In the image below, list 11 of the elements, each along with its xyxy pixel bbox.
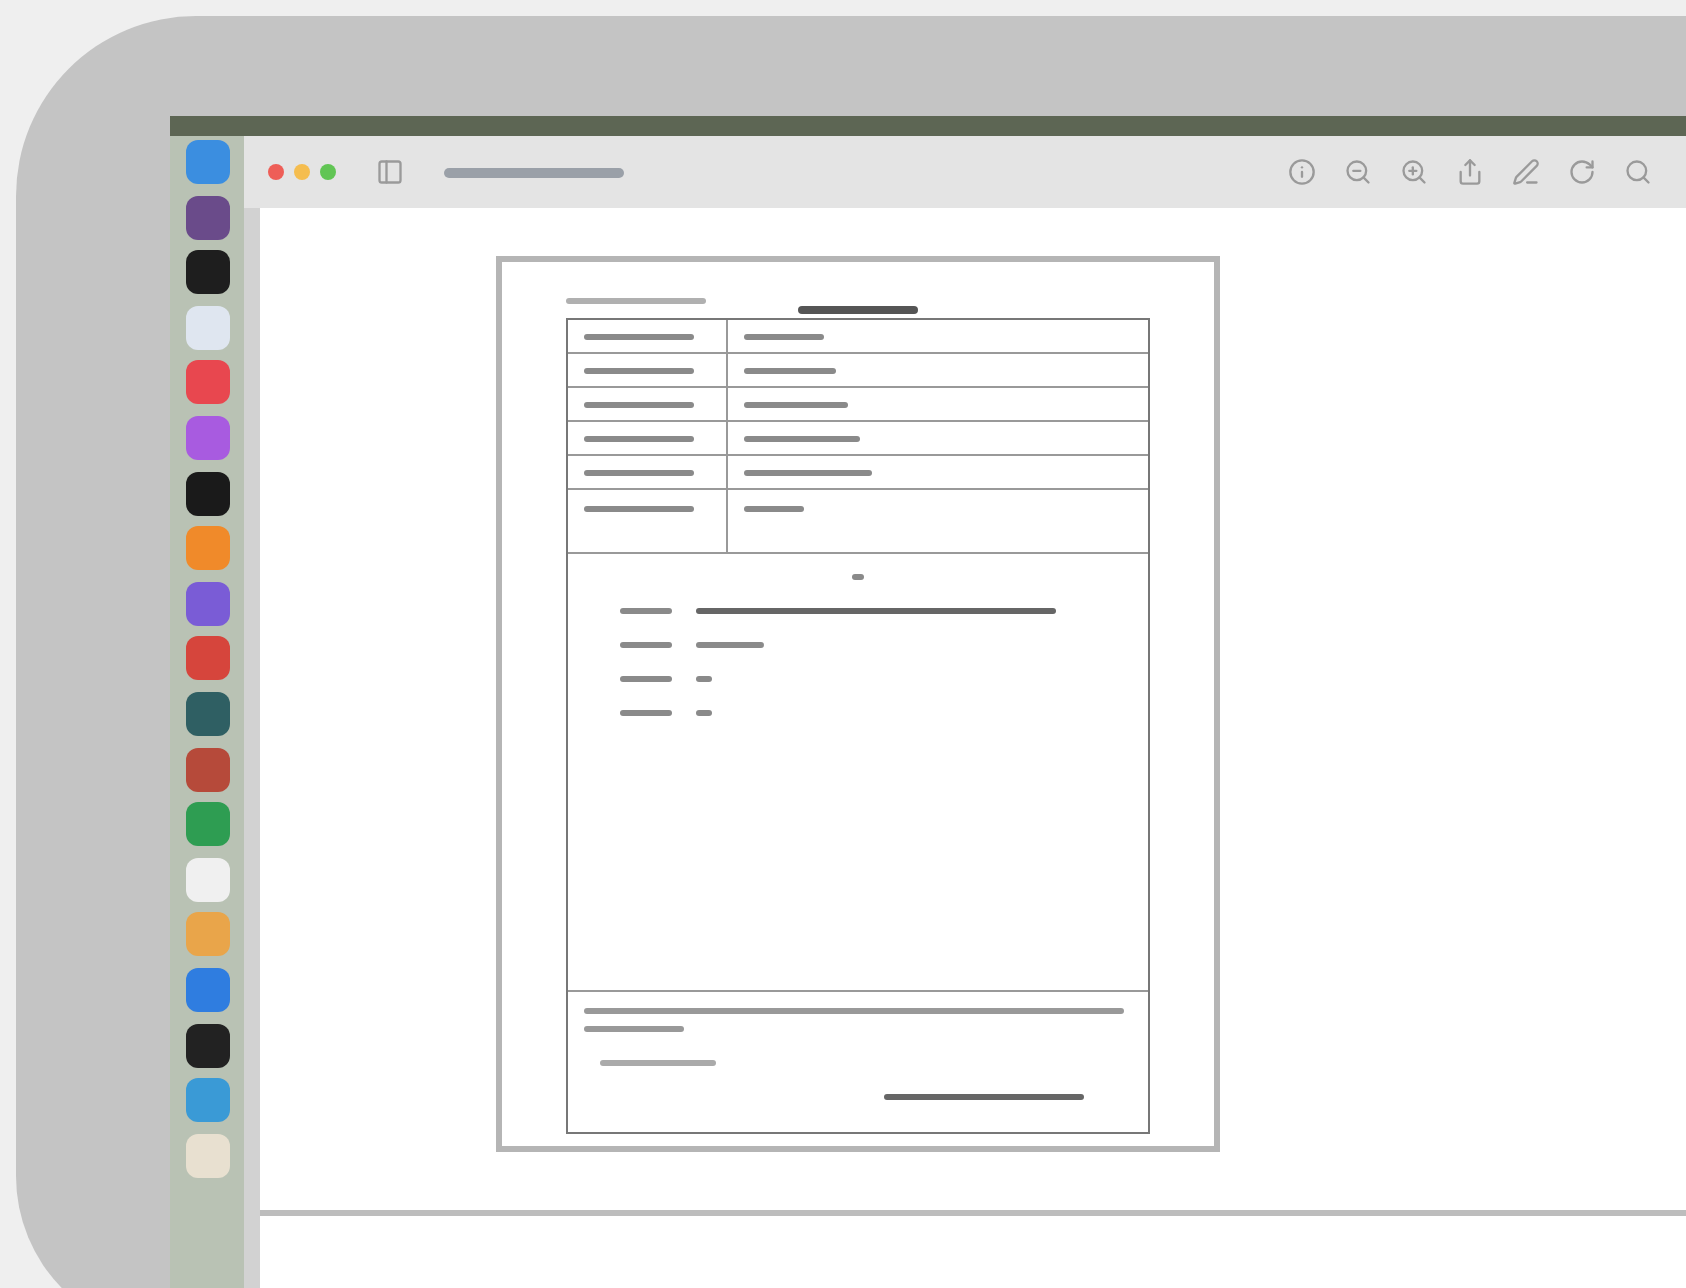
pen-icon[interactable] bbox=[1512, 158, 1540, 186]
info-icon[interactable] bbox=[1288, 158, 1316, 186]
search-icon[interactable] bbox=[1624, 158, 1652, 186]
sidebar-icon[interactable] bbox=[376, 158, 404, 186]
rotate-icon[interactable] bbox=[1568, 158, 1596, 186]
zoom-in-icon[interactable] bbox=[1400, 158, 1428, 186]
app-icon[interactable] bbox=[185, 471, 229, 516]
zoom-out-icon[interactable] bbox=[1344, 158, 1372, 186]
app-icon[interactable] bbox=[185, 250, 229, 295]
share-icon[interactable] bbox=[1456, 158, 1484, 186]
app-icon[interactable] bbox=[185, 1023, 229, 1067]
